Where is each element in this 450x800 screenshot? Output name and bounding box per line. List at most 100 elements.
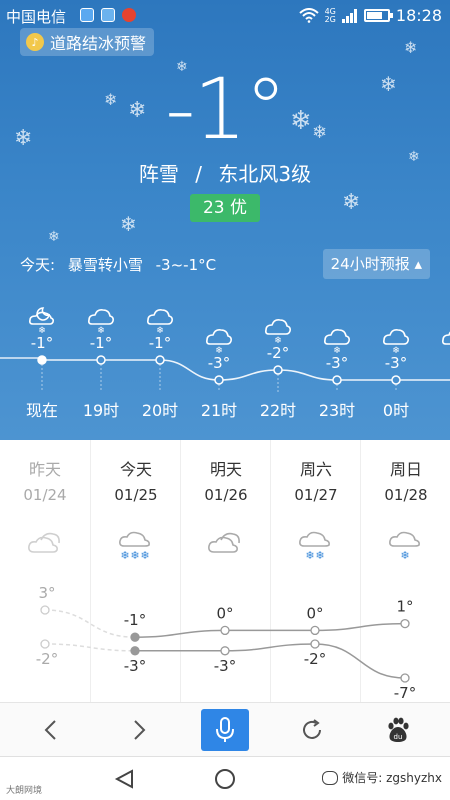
forward-button[interactable]	[110, 703, 170, 757]
hourly-time-label: 现在	[26, 401, 58, 420]
daily-high-label: 0°	[306, 604, 323, 622]
daily-point	[400, 673, 410, 683]
carrier-label: 中国电信	[6, 8, 67, 26]
svg-text:❄: ❄	[120, 549, 129, 562]
alert-text: 道路结冰预警	[50, 34, 147, 53]
today-summary: 今天: 暴雪转小雪 -3~-1°C	[20, 254, 216, 275]
daily-temperature-chart: ❄ ❄ ❄ ❄ ❄ ❄3°-1° 0° 0° 1°-2° -3° -3° -2°-7°	[28, 531, 420, 702]
snowflake-icon: ❄	[48, 229, 60, 245]
battery-icon	[363, 9, 393, 22]
daily-point	[40, 605, 50, 615]
today-range: -3~-1°C	[155, 256, 217, 274]
svg-text:❄: ❄	[305, 549, 314, 562]
hourly-time-label: 23时	[319, 401, 355, 420]
bottom-toolbar: du	[0, 702, 450, 756]
photo-app-icon	[101, 8, 115, 22]
daily-point	[130, 632, 140, 642]
light-snow-icon: ❄	[88, 309, 114, 336]
wechat-icon	[322, 770, 339, 785]
snowflake-icon: ❄	[342, 190, 361, 215]
moderate-snow-icon: ❄ ❄	[299, 531, 330, 562]
wifi-icon	[298, 8, 319, 23]
daily-high-label: 3°	[38, 584, 55, 602]
nav-home-button[interactable]	[205, 765, 245, 793]
condition-separator: /	[195, 162, 202, 186]
hourly-point	[391, 375, 401, 385]
weibo-icon	[122, 8, 136, 22]
voice-button[interactable]	[201, 709, 249, 751]
daily-point	[220, 625, 230, 636]
daily-low-label: -3°	[124, 657, 146, 675]
hourly-temp-label: -1°	[31, 334, 53, 352]
baidu-label: du	[394, 733, 403, 741]
light-snow-icon: ❄	[265, 319, 291, 346]
nav-back-button[interactable]	[105, 765, 145, 793]
daily-low-label: -3°	[214, 657, 236, 675]
current-temperature: -1°	[165, 60, 287, 158]
nav-back-icon	[114, 769, 133, 789]
light-snow-icon: ❄	[324, 329, 350, 356]
today-condition: 暴雪转小雪	[67, 256, 143, 274]
daily-point	[130, 646, 140, 656]
signal-icon	[341, 8, 357, 23]
hourly-point	[37, 355, 47, 365]
chevron-right-icon	[134, 720, 146, 740]
watermark-left: 大朗网境	[6, 786, 43, 796]
status-bar: 中国电信 4G 2G 18:28	[0, 0, 450, 30]
daily-high-label: -1°	[124, 611, 146, 629]
svg-text:❄: ❄	[400, 549, 409, 562]
baidu-button[interactable]: du	[368, 703, 428, 757]
svg-text:❄: ❄	[130, 549, 139, 562]
light-snow-icon: ❄	[442, 331, 450, 345]
status-indicators: 4G 2G 18:28	[298, 6, 442, 25]
hourly-temp-label: -1°	[149, 334, 171, 352]
daily-low-label: -2°	[304, 650, 326, 668]
daily-forecast: 昨天 01/24 今天 01/25 明天 01/26 周六 01/27 周日 01/28 ❄ ❄ ❄ ❄ ❄…	[0, 440, 450, 702]
hourly-temp-label: -2°	[267, 344, 289, 362]
svg-text:❄: ❄	[140, 549, 149, 562]
night-snow-icon: ❄	[29, 307, 55, 336]
hourly-temp-label: -1°	[90, 334, 112, 352]
today-label: 今天:	[20, 256, 56, 274]
refresh-button[interactable]	[282, 703, 342, 757]
hourly-time-label: 22时	[260, 401, 296, 420]
light-snow-icon: ❄	[389, 531, 420, 562]
refresh-icon	[303, 719, 321, 739]
cloudy-icon	[208, 532, 240, 553]
daily-low-label: -2°	[36, 650, 58, 668]
clock: 18:28	[395, 6, 442, 25]
hourly-point	[214, 375, 224, 385]
daily-high-label: 1°	[396, 598, 413, 616]
daily-low-label: -7°	[394, 684, 416, 702]
aqi-badge[interactable]: 23 优	[190, 194, 260, 222]
past-temperature-line	[44, 643, 136, 652]
condition-line: 阵雪 / 东北风3级	[0, 158, 450, 187]
hourly-point	[273, 365, 283, 375]
daily-point	[310, 639, 320, 649]
hourly-point	[96, 355, 106, 365]
hourly-time-label: 20时	[142, 401, 178, 420]
back-button[interactable]	[20, 703, 80, 757]
wind-text: 东北风3级	[218, 162, 312, 186]
network-type: 4G 2G	[325, 7, 336, 24]
svg-text:❄: ❄	[315, 549, 324, 562]
light-snow-icon: ❄	[206, 329, 232, 356]
hourly-time-label: 0时	[383, 401, 409, 420]
light-snow-icon: ❄	[147, 309, 173, 336]
daily-point	[40, 639, 50, 649]
weather-alert[interactable]: ♪ 道路结冰预警	[20, 28, 155, 56]
cloudy-icon	[28, 532, 60, 553]
hourly-temp-label: -3°	[208, 354, 230, 372]
hourly-point	[155, 355, 165, 365]
baidu-paw-icon: du	[388, 717, 409, 742]
hourly-temp-label: -3°	[385, 354, 407, 372]
hourly-forecast-button[interactable]: 24小时预报 ▴	[322, 249, 430, 279]
light-snow-icon: ❄	[383, 329, 409, 356]
weather-header: ❄ ❄ ❄ ❄ ❄ ❄ ❄ ❄ ❄ ❄ ❄ ❄ 中国电信 4G 2G 18:28…	[0, 0, 450, 440]
watermark-right: 微信号: zgshyzhx	[322, 769, 442, 786]
daily-point	[220, 646, 230, 656]
condition-text: 阵雪	[138, 162, 179, 186]
daily-point	[310, 625, 320, 636]
notification-app-icon	[80, 8, 94, 22]
microphone-icon	[216, 717, 234, 742]
